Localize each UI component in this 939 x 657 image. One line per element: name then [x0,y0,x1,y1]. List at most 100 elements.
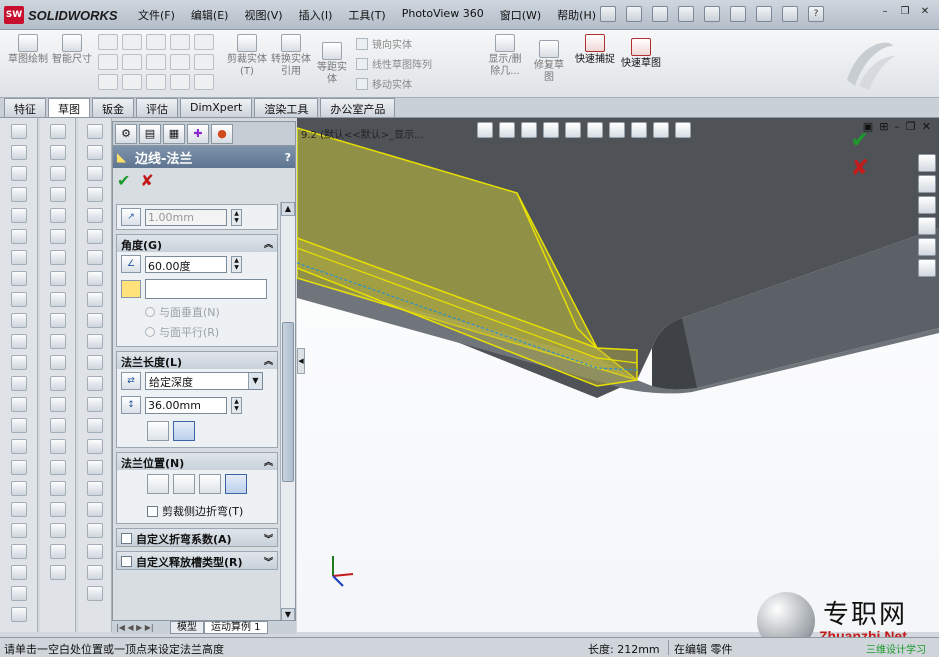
mirror-entities-button[interactable]: 镜向实体 [356,36,412,51]
tangent-bend-button[interactable] [199,421,221,441]
radio-parallel[interactable] [145,327,155,337]
repair-sketch-button[interactable]: 修复草图 [530,40,568,84]
bend-radius-spinner[interactable]: ▲ ▼ [231,208,242,226]
previous-view-icon[interactable] [521,122,537,138]
linear-pattern-button[interactable]: 线性草图阵列 [356,56,432,71]
freeform-icon[interactable] [10,565,27,580]
lights-icon[interactable] [86,565,103,580]
zoom-area-icon[interactable] [86,313,103,328]
dimxpert-tab-icon[interactable]: ✚ [187,124,209,144]
view-top-icon[interactable] [86,208,103,223]
circle-icon[interactable] [122,34,142,50]
menu-file[interactable]: 文件(F) [130,6,183,24]
chevron-up-icon[interactable]: ︽ [264,354,273,369]
polygon-icon[interactable] [122,74,142,90]
perpendicular-option[interactable]: 与面垂直(N) [117,302,277,322]
curve-icon[interactable] [10,439,27,454]
offset-entities-button[interactable]: 等距实体 [314,42,350,86]
lofted-bend-icon[interactable] [49,502,66,517]
parabola-icon[interactable] [146,74,166,90]
virtual-sharp-button[interactable] [225,474,247,494]
tab-evaluate[interactable]: 评估 [136,98,178,117]
view-right-icon[interactable] [86,187,103,202]
fold-icon[interactable] [49,355,66,370]
smart-dimension-button[interactable]: 智能尺寸 [52,34,92,66]
new-icon[interactable] [600,6,616,22]
flex-icon[interactable] [10,523,27,538]
menu-window[interactable]: 窗口(W) [492,6,549,24]
length-spinner[interactable]: ▲ ▼ [231,396,242,414]
revolve-icon[interactable] [10,145,27,160]
move-entities-button[interactable]: 移动实体 [356,76,412,91]
point-icon[interactable] [170,34,190,50]
tab-nav-arrows-icon[interactable]: |◀ ◀ ▶ ▶| [112,623,170,632]
bend-radius-input[interactable]: 1.00mm [145,208,227,226]
plane-icon[interactable] [194,74,214,90]
viewport-restore-icon[interactable]: ❐ [906,120,916,133]
jog-icon[interactable] [49,208,66,223]
viewport-tile-icon[interactable]: ⊞ [879,120,888,133]
chevron-up-icon[interactable]: ︽ [264,237,273,252]
no-bends-icon[interactable] [49,397,66,412]
display-style-icon[interactable] [587,122,603,138]
appearances-icon[interactable] [918,238,936,256]
ellipse-icon[interactable] [146,54,166,70]
cross-break-icon[interactable] [49,250,66,265]
zoom-to-fit-icon[interactable] [477,122,493,138]
scroll-up-icon[interactable]: ▲ [281,202,295,216]
sketch-button[interactable]: 草图绘制 [8,34,48,66]
zoom-to-area-icon[interactable] [499,122,515,138]
view-left-icon[interactable] [86,166,103,181]
outer-virtual-sharp-button[interactable] [147,421,169,441]
quick-snaps-button[interactable]: 快速捕捉 [574,34,616,66]
rib-icon[interactable] [10,292,27,307]
view-iso-icon[interactable] [86,250,103,265]
apply-scene-icon[interactable] [653,122,669,138]
length-end-condition-select[interactable]: 给定深度 ▼ [145,372,263,390]
design-library-icon[interactable] [918,175,936,193]
chevron-down-icon[interactable]: ︾ [264,532,273,545]
insert-bends-icon[interactable] [49,439,66,454]
perspective-icon[interactable] [86,439,103,454]
text-icon[interactable] [194,34,214,50]
section-view-hud-icon[interactable] [543,122,559,138]
trim-side-bends-checkbox[interactable] [147,505,158,517]
rotate-icon[interactable] [86,334,103,349]
fillet-tool-icon[interactable] [10,250,27,265]
draft-icon[interactable] [10,334,27,349]
view-normal-icon[interactable] [86,271,103,286]
tab-motion-study[interactable]: 运动算例 1 [204,621,268,634]
menu-help[interactable]: 帮助(H) [549,6,604,24]
pan-icon[interactable] [86,355,103,370]
menu-photoview[interactable]: PhotoView 360 [394,6,492,24]
featuremanager-tab-icon[interactable]: ⚙ [115,124,137,144]
mirror-tool-icon[interactable] [10,397,27,412]
tangent-position-button[interactable] [251,474,273,494]
arc-icon[interactable] [122,54,142,70]
open-icon[interactable] [626,6,642,22]
zoom-fit-icon[interactable] [86,292,103,307]
slot-icon[interactable] [98,74,118,90]
convert-entities-button[interactable]: 转换实体引用 [270,34,312,78]
chevron-down-icon[interactable]: ▼ [248,373,262,389]
cut-icon[interactable] [10,208,27,223]
custom-relief-type-checkbox[interactable] [121,556,132,567]
view-orientation-icon[interactable] [565,122,581,138]
line-icon[interactable] [98,34,118,50]
file-explorer-icon[interactable] [918,196,936,214]
rapid-sketch-button[interactable]: 快速草图 [620,38,662,70]
simple-hole-icon[interactable] [49,544,66,559]
tab-dimxpert[interactable]: DimXpert [180,98,253,117]
confirm-corner-ok-icon[interactable]: ✔ [851,128,869,153]
custom-properties-icon[interactable] [918,259,936,277]
select-icon[interactable] [730,6,746,22]
zebra-icon[interactable] [86,523,103,538]
vent-icon[interactable] [49,460,66,475]
combine-icon[interactable] [10,607,27,622]
tab-sheet-metal[interactable]: 钣金 [92,98,134,117]
view-back-icon[interactable] [86,145,103,160]
chevron-down-icon[interactable]: ︾ [264,555,273,568]
curvature-icon[interactable] [86,502,103,517]
edit-appearance-icon[interactable] [631,122,647,138]
chamfer-tool-icon[interactable] [10,271,27,286]
